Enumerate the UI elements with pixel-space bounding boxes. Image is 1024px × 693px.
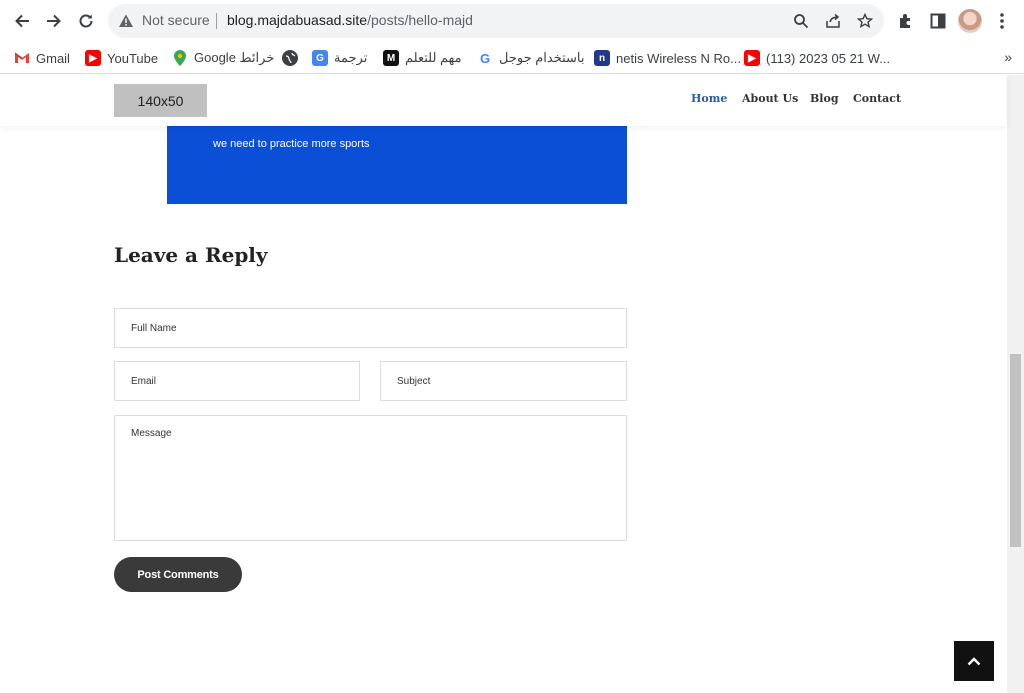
nav-about-us[interactable]: About Us — [742, 92, 798, 105]
forward-icon[interactable] — [42, 9, 66, 33]
bookmark-m-icon: M — [383, 50, 399, 66]
bookmark-gmail[interactable]: Gmail — [14, 48, 70, 68]
bookmark-translate[interactable]: G ترجمة — [312, 48, 367, 68]
bookmark-google[interactable]: G باستخدام جوجل — [477, 48, 585, 68]
side-panel-icon[interactable] — [926, 9, 950, 33]
message-textarea[interactable] — [115, 416, 626, 540]
site-logo[interactable]: 140x50 — [114, 84, 207, 117]
site-header: 140x50 Home About Us Blog Contact — [0, 75, 1007, 126]
bookmark-google-maps[interactable]: Google خرائط — [172, 48, 274, 68]
back-icon[interactable] — [10, 9, 34, 33]
bookmark-label: (113) 2023 05 21 W... — [766, 50, 891, 66]
share-icon[interactable] — [824, 12, 842, 30]
nav-home[interactable]: Home — [691, 92, 727, 105]
netis-icon: n — [594, 50, 610, 66]
nav-blog[interactable]: Blog — [810, 92, 839, 105]
page-scrollbar[interactable] — [1007, 75, 1024, 693]
chevron-up-icon — [967, 657, 981, 666]
maps-icon — [172, 50, 188, 66]
page-viewport: 140x50 Home About Us Blog Contact we nee… — [0, 75, 1024, 693]
bookmark-important[interactable]: M مهم للتعلم — [383, 48, 462, 68]
message-field[interactable] — [114, 415, 627, 541]
subject-field[interactable] — [380, 361, 627, 401]
translate-icon: G — [312, 50, 328, 66]
divider — [216, 13, 217, 29]
warning-icon[interactable] — [118, 13, 134, 29]
browser-toolbar: Not secure blog.majdabuasad.site/posts/h… — [0, 0, 1024, 42]
youtube-icon: ▶ — [85, 50, 101, 66]
bookmarks-more-icon[interactable]: » — [1004, 49, 1012, 65]
post-highlight-text: we need to practice more sports — [213, 138, 370, 150]
url-path: /posts/hello-majd — [367, 12, 473, 28]
email-field[interactable] — [114, 361, 360, 401]
url-host: blog.majdabuasad.site — [227, 12, 368, 28]
full-name-field[interactable] — [114, 308, 627, 348]
zoom-icon[interactable] — [792, 12, 810, 30]
bookmark-label: Google خرائط — [194, 50, 275, 65]
bookmark-label: netis Wireless N Ro... — [616, 50, 741, 66]
bookmark-label: باستخدام جوجل — [499, 50, 585, 65]
url-text[interactable]: blog.majdabuasad.site/posts/hello-majd — [227, 12, 473, 28]
star-icon[interactable] — [856, 12, 874, 30]
address-bar[interactable]: Not secure blog.majdabuasad.site/posts/h… — [108, 4, 884, 38]
nav-contact[interactable]: Contact — [853, 92, 901, 105]
bookmark-label: ترجمة — [334, 50, 368, 65]
scrollbar-thumb[interactable] — [1010, 354, 1021, 547]
bookmarks-bar: Gmail ▶ YouTube Google خرائط G ترجمة M مهم … — [0, 42, 1024, 74]
gmail-icon — [14, 50, 30, 66]
bookmark-youtube-video[interactable]: ▶ (113) 2023 05 21 W... — [744, 48, 890, 68]
post-comments-button[interactable]: Post Comments — [114, 557, 242, 592]
full-name-input[interactable] — [115, 309, 626, 347]
globe-icon — [282, 50, 298, 66]
reply-heading: Leave a Reply — [114, 243, 268, 267]
reload-icon[interactable] — [74, 9, 98, 33]
email-input[interactable] — [115, 362, 359, 400]
profile-avatar[interactable] — [958, 9, 982, 33]
youtube-icon: ▶ — [744, 50, 760, 66]
back-to-top-button[interactable] — [954, 641, 994, 681]
bookmark-netis[interactable]: n netis Wireless N Ro... — [594, 48, 741, 68]
security-label: Not secure — [142, 12, 210, 28]
bookmark-youtube[interactable]: ▶ YouTube — [85, 48, 158, 68]
subject-input[interactable] — [381, 362, 626, 400]
bookmark-label: مهم للتعلم — [405, 50, 462, 65]
extensions-icon[interactable] — [894, 9, 918, 33]
menu-icon[interactable] — [990, 9, 1014, 33]
bookmark-label: YouTube — [107, 50, 159, 66]
bookmark-globe[interactable] — [282, 48, 304, 68]
bookmark-label: Gmail — [36, 50, 70, 66]
post-highlight-box: we need to practice more sports — [167, 126, 627, 204]
google-icon: G — [479, 50, 491, 66]
